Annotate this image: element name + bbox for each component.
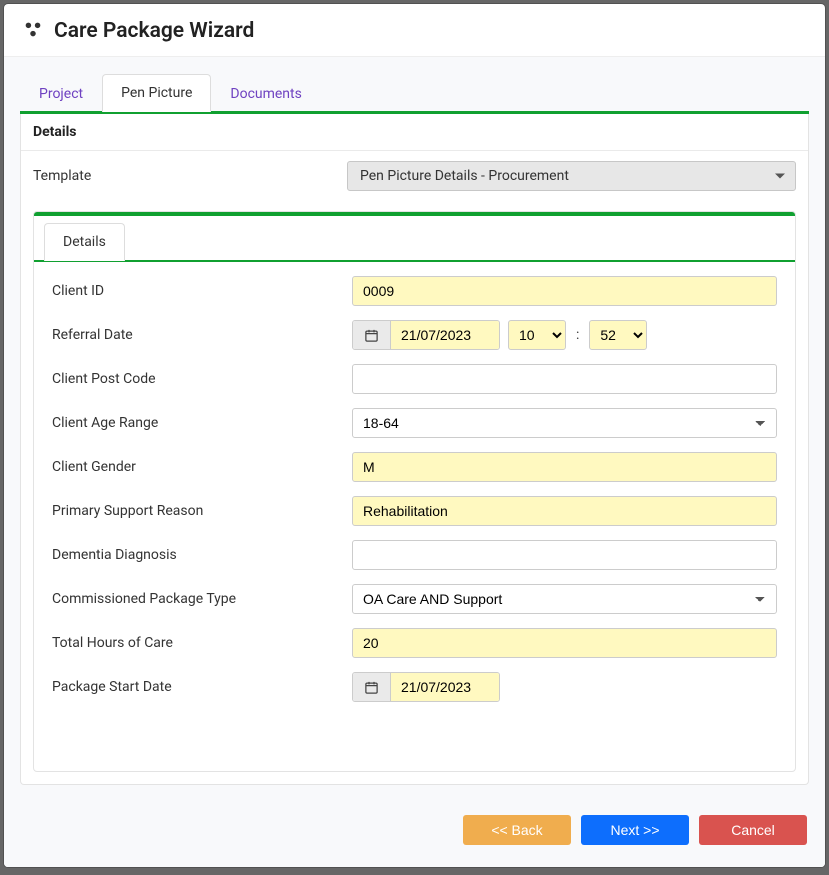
select-client-age-range[interactable]: 18-64 [352,408,777,438]
tab-pen-picture[interactable]: Pen Picture [102,74,211,112]
tab-project[interactable]: Project [20,75,102,112]
calendar-icon[interactable] [353,673,391,701]
wizard-icon [22,18,44,44]
label-package-start-date: Package Start Date [52,679,342,695]
footer: << Back Next >> Cancel [4,801,825,867]
label-dementia-diagnosis: Dementia Diagnosis [52,547,342,563]
input-client-id[interactable] [352,276,777,306]
label-commissioned-package-type: Commissioned Package Type [52,591,342,607]
label-referral-date: Referral Date [52,327,342,343]
template-label: Template [33,168,333,184]
modal-header: Care Package Wizard [4,4,825,56]
label-primary-support-reason: Primary Support Reason [52,503,342,519]
section-title: Details [21,114,808,151]
input-dementia-diagnosis[interactable] [352,540,777,570]
inner-tab-details[interactable]: Details [44,223,125,261]
label-client-id: Client ID [52,283,342,299]
input-referral-date[interactable] [391,321,499,349]
modal-title: Care Package Wizard [54,19,254,43]
time-colon: : [574,327,581,343]
input-package-start-date[interactable] [391,673,499,701]
template-select-value: Pen Picture Details - Procurement [360,168,569,184]
template-select[interactable]: Pen Picture Details - Procurement [347,161,796,191]
outer-tabs: Project Pen Picture Documents [4,57,825,111]
input-client-gender[interactable] [352,452,777,482]
next-button[interactable]: Next >> [581,815,689,845]
select-referral-hour[interactable]: 10 [508,320,566,350]
label-client-age-range: Client Age Range [52,415,342,431]
chevron-down-icon [775,174,785,179]
label-total-hours: Total Hours of Care [52,635,342,651]
select-commissioned-package-type[interactable]: OA Care AND Support [352,584,777,614]
form-scroll[interactable]: Client ID Referral Date [34,262,795,771]
label-client-gender: Client Gender [52,459,342,475]
cancel-button[interactable]: Cancel [699,815,807,845]
input-primary-support-reason[interactable] [352,496,777,526]
input-client-post-code[interactable] [352,364,777,394]
calendar-icon[interactable] [353,321,391,349]
tab-documents[interactable]: Documents [211,75,320,112]
input-total-hours[interactable] [352,628,777,658]
select-referral-minute[interactable]: 52 [589,320,647,350]
back-button[interactable]: << Back [463,815,571,845]
label-client-post-code: Client Post Code [52,371,342,387]
